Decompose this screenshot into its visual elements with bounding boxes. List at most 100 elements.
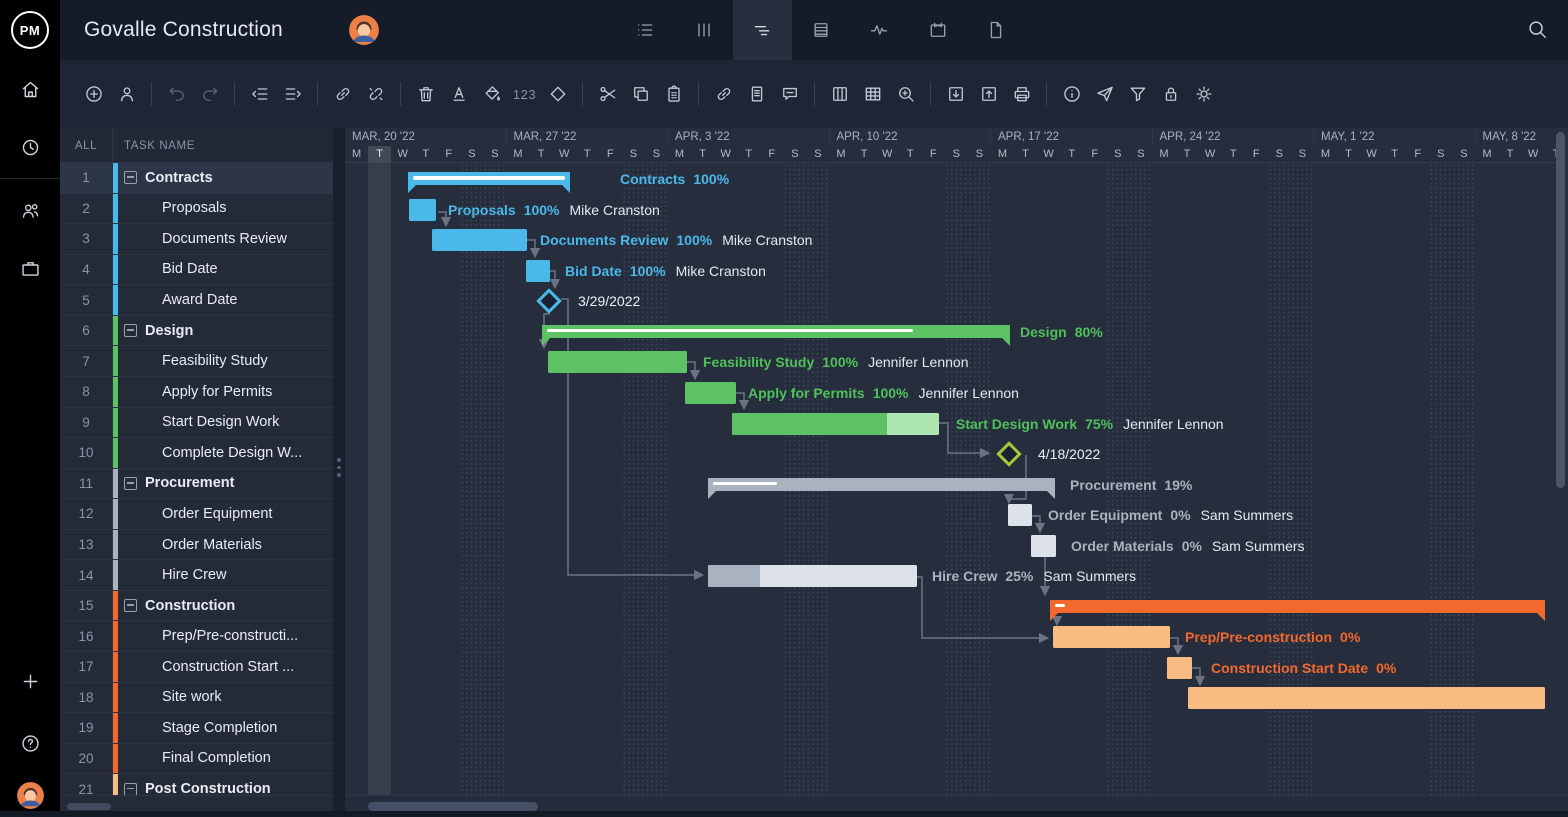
- copy-button[interactable]: [624, 77, 657, 111]
- grid-button[interactable]: [856, 77, 889, 111]
- task-bar-hire-crew[interactable]: [708, 565, 917, 587]
- task-bar-feasibility-study[interactable]: [548, 351, 687, 373]
- collapse-icon[interactable]: [124, 171, 137, 184]
- undo-button[interactable]: [160, 77, 193, 111]
- task-row-5[interactable]: 5Award Date: [60, 285, 333, 316]
- fill-color-button[interactable]: [475, 77, 508, 111]
- task-row-13[interactable]: 13Order Materials: [60, 530, 333, 561]
- summary-bar-contracts[interactable]: [408, 172, 570, 185]
- tab-calendar[interactable]: [909, 0, 968, 60]
- paste-button[interactable]: [657, 77, 690, 111]
- column-header-task-name[interactable]: TASK NAME: [124, 128, 195, 163]
- task-bar-order-equipment[interactable]: [1008, 504, 1032, 526]
- chart-hscroll-thumb[interactable]: [368, 802, 538, 811]
- indent-button[interactable]: [276, 77, 309, 111]
- sidebar-portfolio-button[interactable]: [0, 239, 60, 297]
- redo-button[interactable]: [193, 77, 226, 111]
- task-row-4[interactable]: 4Bid Date: [60, 255, 333, 286]
- panel-splitter[interactable]: [333, 128, 345, 817]
- task-row-15[interactable]: 15Construction: [60, 591, 333, 622]
- chart-vscroll-thumb[interactable]: [1556, 132, 1565, 488]
- task-bar-start-design-work[interactable]: [732, 413, 939, 435]
- task-row-1[interactable]: 1Contracts: [60, 163, 333, 194]
- tab-sheet[interactable]: [792, 0, 851, 60]
- task-row-7[interactable]: 7Feasibility Study: [60, 346, 333, 377]
- bar-task-percent: 100%: [630, 263, 666, 279]
- sidebar-team-button[interactable]: [0, 181, 60, 239]
- tab-docs[interactable]: [967, 0, 1026, 60]
- add-task-button[interactable]: [77, 77, 110, 111]
- sidebar-clock-button[interactable]: [0, 118, 60, 176]
- task-bar-order-materials[interactable]: [1031, 535, 1056, 557]
- milestone-button[interactable]: [541, 77, 574, 111]
- day-cell: M: [829, 146, 852, 164]
- task-row-20[interactable]: 20Final Completion: [60, 744, 333, 775]
- task-row-18[interactable]: 18Site work: [60, 683, 333, 714]
- sidebar-plus-button[interactable]: [0, 652, 60, 710]
- task-bar-site-work[interactable]: [1188, 687, 1545, 709]
- numbers-button[interactable]: 123: [508, 77, 541, 111]
- task-row-6[interactable]: 6Design: [60, 316, 333, 347]
- user-avatar[interactable]: [17, 782, 44, 809]
- task-row-19[interactable]: 19Stage Completion: [60, 713, 333, 744]
- task-bar-apply-for-permits[interactable]: [685, 382, 736, 404]
- unlink-button[interactable]: [359, 77, 392, 111]
- sidebar-home-button[interactable]: [0, 60, 60, 118]
- task-bar-bid-date[interactable]: [526, 260, 550, 282]
- collapse-icon[interactable]: [124, 599, 137, 612]
- delete-button[interactable]: [409, 77, 442, 111]
- task-row-12[interactable]: 12Order Equipment: [60, 499, 333, 530]
- filter-button[interactable]: [1121, 77, 1154, 111]
- lock-button[interactable]: [1154, 77, 1187, 111]
- tab-gantt[interactable]: [733, 0, 792, 60]
- summary-bar-procurement[interactable]: [708, 478, 1055, 491]
- assign-button[interactable]: [110, 77, 143, 111]
- tab-board[interactable]: [675, 0, 734, 60]
- task-row-16[interactable]: 16Prep/Pre-constructi...: [60, 621, 333, 652]
- print-button[interactable]: [1005, 77, 1038, 111]
- search-button[interactable]: [1526, 18, 1550, 42]
- task-panel-hscroll-thumb[interactable]: [67, 803, 111, 810]
- task-bar-documents-review[interactable]: [432, 229, 527, 251]
- settings-button[interactable]: [1187, 77, 1220, 111]
- cut-button[interactable]: [591, 77, 624, 111]
- task-row-2[interactable]: 2Proposals: [60, 194, 333, 225]
- outdent-button[interactable]: [243, 77, 276, 111]
- column-header-all[interactable]: ALL: [60, 128, 113, 163]
- share-button[interactable]: [1088, 77, 1121, 111]
- day-cell: W: [1522, 146, 1545, 164]
- link-button[interactable]: [326, 77, 359, 111]
- collapse-icon[interactable]: [124, 477, 137, 490]
- summary-bar-design[interactable]: [542, 325, 1010, 338]
- task-bar-proposals[interactable]: [409, 199, 436, 221]
- app-logo[interactable]: PM: [0, 0, 60, 60]
- collapse-icon[interactable]: [124, 324, 137, 337]
- task-row-11[interactable]: 11Procurement: [60, 469, 333, 500]
- zoom-button[interactable]: [889, 77, 922, 111]
- day-cell: S: [1268, 146, 1291, 164]
- export-button[interactable]: [972, 77, 1005, 111]
- task-row-9[interactable]: 9Start Design Work: [60, 408, 333, 439]
- task-row-10[interactable]: 10Complete Design W...: [60, 438, 333, 469]
- sidebar-help-button[interactable]: [0, 714, 60, 772]
- collapse-icon[interactable]: [124, 783, 137, 796]
- task-row-14[interactable]: 14Hire Crew: [60, 560, 333, 591]
- toolbar-separator: [698, 82, 699, 106]
- tab-list[interactable]: [616, 0, 675, 60]
- notes-button[interactable]: [740, 77, 773, 111]
- attach-button[interactable]: [707, 77, 740, 111]
- tab-activity[interactable]: [850, 0, 909, 60]
- task-row-17[interactable]: 17Construction Start ...: [60, 652, 333, 683]
- task-row-8[interactable]: 8Apply for Permits: [60, 377, 333, 408]
- font-button[interactable]: [442, 77, 475, 111]
- summary-bar-construction[interactable]: [1050, 600, 1545, 613]
- comment-button[interactable]: [773, 77, 806, 111]
- columns-button[interactable]: [823, 77, 856, 111]
- import-button[interactable]: [939, 77, 972, 111]
- project-owner-avatar[interactable]: [349, 15, 379, 45]
- task-row-3[interactable]: 3Documents Review: [60, 224, 333, 255]
- task-bar-construction-start-date[interactable]: [1167, 657, 1192, 679]
- info-button[interactable]: [1055, 77, 1088, 111]
- assign-icon: [117, 84, 137, 104]
- task-bar-prep-pre-construction[interactable]: [1053, 626, 1170, 648]
